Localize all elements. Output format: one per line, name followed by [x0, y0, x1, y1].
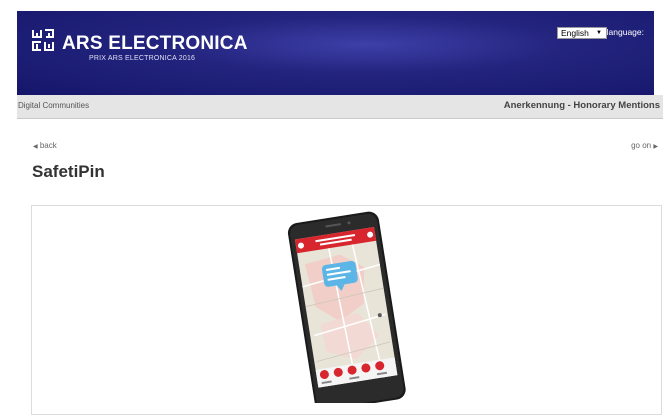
smartphone-image	[287, 211, 406, 403]
triangle-right-icon: ▶	[653, 144, 658, 150]
go-on-link[interactable]: go on ▶	[631, 141, 658, 150]
award-category[interactable]: Anerkennung - Honorary Mentions	[504, 100, 660, 111]
language-selected-value: English	[561, 28, 589, 38]
back-link[interactable]: ◀ back	[33, 141, 57, 150]
go-on-label: go on	[631, 141, 652, 150]
language-select[interactable]: English ▼	[557, 27, 607, 39]
page-title: SafetiPin	[32, 162, 105, 181]
header-banner: ARS ELECTRONICA PRIX ARS ELECTRONICA 201…	[17, 11, 654, 95]
ars-electronica-logo-icon	[32, 29, 54, 51]
back-label: back	[39, 141, 57, 150]
prix-subtitle: PRIX ARS ELECTRONICA 2016	[89, 55, 196, 62]
dropdown-arrow-icon: ▼	[596, 30, 602, 36]
category-bar: Digital Communities Anerkennung - Honora…	[17, 95, 663, 119]
triangle-left-icon: ◀	[33, 144, 38, 150]
brand-name[interactable]: ARS ELECTRONICA	[62, 33, 248, 55]
category-link[interactable]: Digital Communities	[18, 101, 89, 110]
